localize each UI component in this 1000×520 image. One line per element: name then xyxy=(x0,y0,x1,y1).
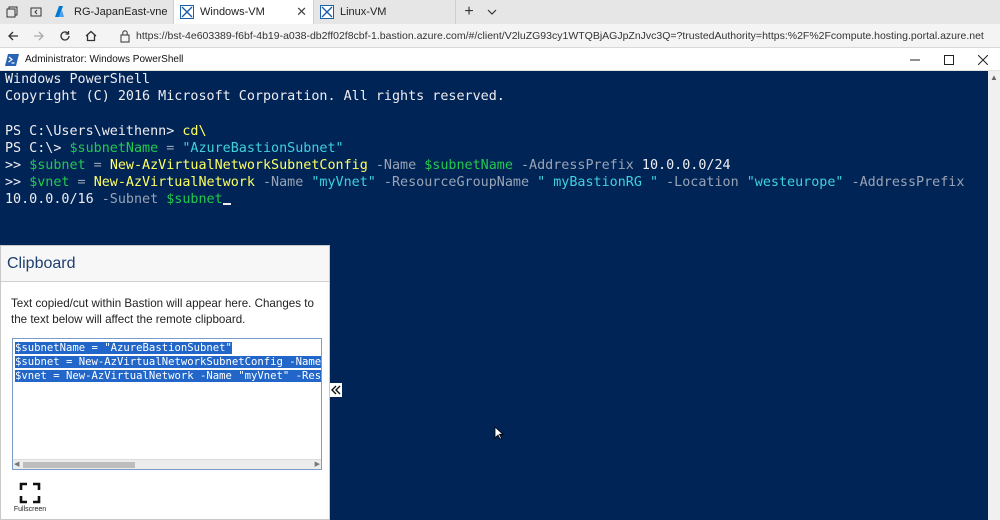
param-token: -Location xyxy=(658,175,747,191)
console-line: Windows PowerShell xyxy=(5,72,151,87)
cmdlet-token: New-AzVirtualNetwork xyxy=(93,175,255,191)
tab-title: Linux-VM xyxy=(340,6,387,18)
azure-icon xyxy=(55,6,64,17)
browser-tab-strip: RG-JapanEast-vnet - Subnets Windows-VM ✕… xyxy=(0,0,1000,24)
chevron-down-icon[interactable] xyxy=(482,0,502,24)
mouse-pointer-icon xyxy=(494,426,504,440)
scroll-right-icon[interactable]: ▶ xyxy=(315,460,320,468)
param-token: -Name xyxy=(367,158,425,174)
scroll-left-icon[interactable]: ◀ xyxy=(14,460,19,468)
home-icon[interactable] xyxy=(78,24,104,48)
close-tab-icon[interactable]: ✕ xyxy=(296,4,307,20)
console-output: Windows PowerShell Copyright (C) 2016 Mi… xyxy=(0,71,988,209)
clipboard-line: $vnet = New-AzVirtualNetwork -Name "myVn… xyxy=(15,370,321,382)
clipboard-content: $subnetName = "AzureBastionSubnet" $subn… xyxy=(13,339,321,385)
new-tab-button[interactable]: + xyxy=(456,0,482,24)
console-line: >> $vnet = New-AzVirtualNetwork -Name "m… xyxy=(5,175,964,190)
variable-token: $vnet xyxy=(29,175,70,191)
string-token: "myVnet" xyxy=(311,175,376,191)
address-bar[interactable]: https://bst-4e603389-f6bf-4b19-a038-db2f… xyxy=(118,26,996,46)
string-token: " myBastionRG " xyxy=(537,175,659,191)
tab-rg-japaneast-vnet[interactable]: RG-JapanEast-vnet - Subnets xyxy=(48,0,174,24)
value-token: 10.0.0.0/24 xyxy=(641,158,731,174)
tab-windows-vm[interactable]: Windows-VM ✕ xyxy=(174,0,314,24)
lock-icon xyxy=(120,29,130,43)
prompt-text: PS C:\> xyxy=(5,140,70,156)
console-line: PS C:\Users\weithenn> cd\ xyxy=(5,124,207,139)
variable-token: $subnet xyxy=(166,192,223,208)
forward-arrow-icon[interactable] xyxy=(26,24,52,48)
collapse-panel-icon[interactable] xyxy=(330,383,342,397)
close-button[interactable] xyxy=(966,49,1000,71)
operator-token: = xyxy=(85,158,110,174)
tab-title: Windows-VM xyxy=(200,6,265,18)
clipboard-textarea[interactable]: $subnetName = "AzureBastionSubnet" $subn… xyxy=(12,338,322,470)
param-token: -ResourceGroupName xyxy=(375,175,538,191)
string-token: "AzureBastionSubnet" xyxy=(182,140,344,156)
tab-restore-icon[interactable] xyxy=(0,0,24,24)
scrollbar-thumb[interactable] xyxy=(23,462,135,468)
clipboard-hscrollbar[interactable]: ◀ ▶ xyxy=(13,459,321,469)
tab-linux-vm[interactable]: Linux-VM xyxy=(314,0,456,24)
text-cursor xyxy=(222,203,231,206)
remote-window-titlebar: Administrator: Windows PowerShell xyxy=(0,49,1000,71)
console-line: 10.0.0.0/16 -Subnet $subnet xyxy=(5,192,231,207)
clipboard-title: Clipboard xyxy=(7,254,76,272)
url-text: https://bst-4e603389-f6bf-4b19-a038-db2f… xyxy=(136,29,984,42)
operator-token: = xyxy=(158,140,183,156)
param-token: -Subnet xyxy=(93,192,167,208)
param-token: -AddressPrefix xyxy=(843,175,965,191)
param-token: -Name xyxy=(254,175,312,191)
tab-title: RG-JapanEast-vnet - Subnets xyxy=(74,6,167,18)
string-token: "westeurope" xyxy=(746,175,844,191)
console-line: PS C:\> $subnetName = "AzureBastionSubne… xyxy=(5,141,344,156)
prompt-text: >> xyxy=(5,158,30,174)
console-line: Copyright (C) 2016 Microsoft Corporation… xyxy=(5,89,505,105)
console-scrollbar[interactable]: ▲ xyxy=(988,71,1000,520)
clipboard-panel: Clipboard Text copied/cut within Bastion… xyxy=(0,245,330,520)
command-text: cd\ xyxy=(182,123,207,139)
prompt-text: PS C:\Users\weithenn> xyxy=(5,123,183,139)
fullscreen-icon xyxy=(19,482,41,504)
clipboard-description: Text copied/cut within Bastion will appe… xyxy=(11,297,314,326)
browser-nav-bar: https://bst-4e603389-f6bf-4b19-a038-db2f… xyxy=(0,24,1000,48)
value-token: 10.0.0.0/16 xyxy=(5,192,94,208)
variable-token: $subnet xyxy=(29,158,86,174)
clipboard-line: $subnet = New-AzVirtualNetworkSubnetConf… xyxy=(15,356,321,368)
operator-token: = xyxy=(69,175,94,191)
maximize-button[interactable] xyxy=(932,49,966,71)
bastion-icon xyxy=(320,5,334,19)
cmdlet-token: New-AzVirtualNetworkSubnetConfig xyxy=(109,158,368,174)
clipboard-line: $subnetName = "AzureBastionSubnet" xyxy=(15,342,232,354)
tab-back-icon[interactable] xyxy=(24,0,48,24)
param-token: -AddressPrefix xyxy=(512,158,642,174)
minimize-button[interactable] xyxy=(898,49,932,71)
scroll-up-icon[interactable]: ▲ xyxy=(990,73,998,82)
window-title: Administrator: Windows PowerShell xyxy=(25,54,184,65)
fullscreen-label: Fullscreen xyxy=(13,506,47,513)
console-line: >> $subnet = New-AzVirtualNetworkSubnetC… xyxy=(5,158,731,173)
powershell-icon xyxy=(5,53,19,66)
fullscreen-button[interactable]: Fullscreen xyxy=(13,482,47,513)
refresh-icon[interactable] xyxy=(52,24,78,48)
prompt-text: >> xyxy=(5,175,30,191)
back-arrow-icon[interactable] xyxy=(0,24,26,48)
clipboard-header: Clipboard xyxy=(1,246,329,282)
variable-token: $subnetName xyxy=(424,158,513,174)
bastion-icon xyxy=(180,5,194,19)
variable-token: $subnetName xyxy=(69,140,159,156)
